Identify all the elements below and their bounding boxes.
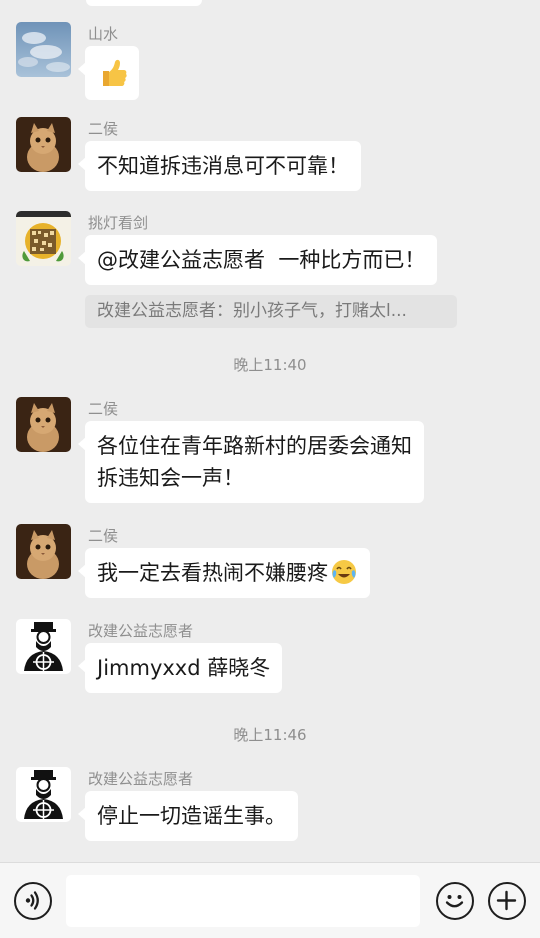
sender-name: 二侯 xyxy=(88,120,119,138)
timestamp: 晚上11:40 xyxy=(233,356,307,374)
timestamp: 晚上11:46 xyxy=(233,726,307,744)
crying-laughing-emoji xyxy=(332,560,356,584)
avatar[interactable] xyxy=(16,397,71,452)
message-text: 停止一切造谣生事。 xyxy=(97,804,286,828)
avatar[interactable] xyxy=(16,211,71,266)
message-bubble[interactable]: 不知道拆违消息可不可靠！ xyxy=(78,141,361,191)
message-text: @改建公益志愿者 一种比方而已！ xyxy=(97,248,426,272)
quoted-message[interactable]: 改建公益志愿者：别小孩子气，打赌太l... xyxy=(85,295,457,328)
avatar[interactable] xyxy=(16,22,71,77)
message-bubble[interactable]: Jimmyxxd 薛晓冬 xyxy=(77,643,283,693)
message-text: Jimmyxxd 薛晓冬 xyxy=(97,656,271,680)
chat-message-list[interactable]: 山水 二侯 不知道拆违消息可不可靠！ 挑灯看剑 @改建公益志愿者 一种比方而已！… xyxy=(0,0,540,862)
message-text-line: 各位住在青年路新村的居委会通知 xyxy=(97,434,412,458)
avatar[interactable] xyxy=(16,619,71,674)
message-text-line: 拆违知会一声！ xyxy=(97,466,244,490)
message-text: 不知道拆违消息可不可靠！ xyxy=(97,154,349,178)
emoji-icon xyxy=(445,895,464,908)
more-button[interactable] xyxy=(488,882,526,920)
avatar[interactable] xyxy=(16,767,71,822)
sender-name: 挑灯看剑 xyxy=(88,214,149,232)
message-text: 我一定去看热闹不嫌腰疼 xyxy=(97,561,328,585)
input-toolbar xyxy=(0,862,540,938)
emoji-button[interactable] xyxy=(436,882,474,920)
sender-name: 改建公益志愿者 xyxy=(88,770,194,788)
partial-message-bubble xyxy=(86,0,202,6)
plus-icon xyxy=(496,890,517,911)
avatar[interactable] xyxy=(16,524,71,579)
message-bubble[interactable]: @改建公益志愿者 一种比方而已！ xyxy=(77,235,438,285)
thumbs-up-icon xyxy=(103,59,127,86)
avatar[interactable] xyxy=(16,117,71,172)
voice-icon xyxy=(25,891,39,910)
message-bubble[interactable] xyxy=(78,46,139,100)
sender-name: 二侯 xyxy=(88,527,119,545)
sender-name: 二侯 xyxy=(88,400,119,418)
message-bubble[interactable]: 各位住在青年路新村的居委会通知 拆违知会一声！ xyxy=(78,421,424,503)
voice-button[interactable] xyxy=(14,882,52,920)
sender-name: 改建公益志愿者 xyxy=(88,622,194,640)
message-bubble[interactable]: 停止一切造谣生事。 xyxy=(78,791,298,841)
message-bubble[interactable]: 我一定去看热闹不嫌腰疼 xyxy=(78,548,370,598)
sender-name: 山水 xyxy=(88,25,119,43)
message-input[interactable] xyxy=(66,875,420,927)
